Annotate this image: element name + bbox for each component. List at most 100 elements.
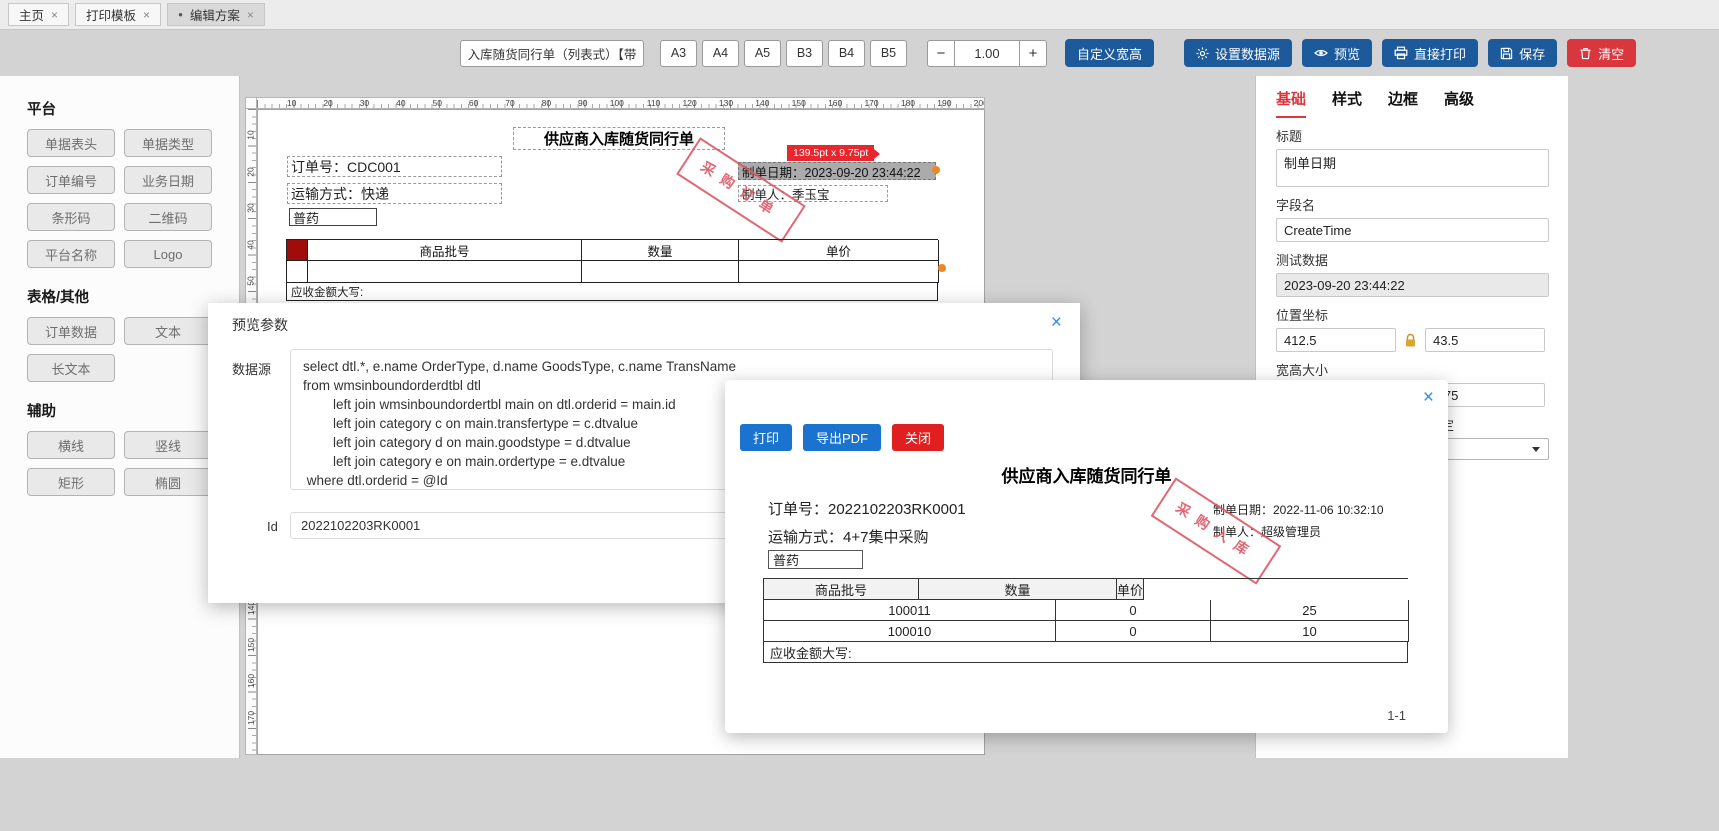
component-button[interactable]: Logo [124,240,212,268]
position-x-input[interactable] [1276,328,1396,352]
button-label: 设置数据源 [1215,46,1281,62]
column-header: 单价 [1117,579,1145,600]
design-col-header[interactable]: 商品批号 [308,240,582,261]
component-button[interactable]: 矩形 [27,468,115,496]
set-datasource-button[interactable]: 设置数据源 [1184,39,1293,67]
close-icon[interactable]: × [247,9,254,21]
test-data-input[interactable] [1276,273,1549,297]
design-order-no[interactable]: 订单号：CDC001 [287,156,502,177]
preview-create-date: 制单日期：2022-11-06 10:32:10 [1213,503,1384,517]
component-button[interactable]: 订单编号 [27,166,115,194]
component-button[interactable]: 平台名称 [27,240,115,268]
close-icon[interactable]: × [1423,388,1434,407]
horizontal-ruler: 10 20 30 40 50 60 70 80 90 100 110 120 130 140 150 160 1… [257,97,985,109]
component-button[interactable]: 横线 [27,431,115,459]
tab-edit-scheme[interactable]: ● 编辑方案 × [167,3,265,26]
close-button[interactable]: 关闭 [892,424,945,451]
table-row: 100010 0 10 [764,621,1409,642]
design-drug-type[interactable]: 普药 [289,208,377,226]
component-button[interactable]: 竖线 [124,431,212,459]
ruler-mark: 110 [646,98,661,108]
close-icon[interactable]: × [51,9,58,21]
design-col-header[interactable]: 单价 [739,240,939,261]
ruler-mark: 170 [864,98,879,108]
design-cell[interactable] [308,261,582,283]
trash-icon [1579,47,1592,60]
resize-handle[interactable] [938,264,946,272]
design-col-header[interactable]: 数量 [582,240,739,261]
printer-icon [1394,46,1408,60]
size-tooltip: 139.5pt x 9.75pt [787,145,881,161]
component-button[interactable]: 单据表头 [27,129,115,157]
position-y-input[interactable] [1425,328,1545,352]
component-button[interactable]: 长文本 [27,354,115,382]
ruler-mark: 90 [578,98,588,108]
component-button[interactable]: 二维码 [124,203,212,231]
paper-size-button[interactable]: A3 [660,39,697,67]
zoom-in-button[interactable]: + [1019,39,1047,67]
tab-border[interactable]: 边框 [1388,88,1418,118]
design-table[interactable]: 商品批号 数量 单价 应收金额大写: [286,239,939,301]
paper-size-button[interactable]: A5 [744,39,781,67]
component-button[interactable]: 订单数据 [27,317,115,345]
component-button[interactable]: 文本 [124,317,212,345]
selected-cell-marker[interactable] [287,240,308,261]
tab-home[interactable]: 主页 × [8,3,70,26]
eye-icon [1314,46,1328,60]
design-cell[interactable] [739,261,939,283]
cell-batch: 100011 [764,600,1056,621]
section-title-auxiliary: 辅助 [27,404,56,420]
paper-size-button[interactable]: B5 [870,39,907,67]
export-pdf-button[interactable]: 导出PDF [803,424,882,451]
ruler-mark: 140 [755,98,770,108]
tab-basic[interactable]: 基础 [1276,88,1307,118]
print-button[interactable]: 打印 [740,424,793,451]
tab-print-template[interactable]: 打印模板 × [75,3,162,26]
save-button[interactable]: 保存 [1488,39,1558,67]
zoom-input[interactable] [955,39,1019,67]
title-field[interactable]: 制单日期 [1276,149,1549,187]
component-button[interactable]: 业务日期 [124,166,212,194]
ruler-mark: 50 [432,98,442,108]
close-icon[interactable]: × [143,9,150,21]
preview-table-body: 100011 0 25 100010 0 10 [764,600,1409,642]
clear-button[interactable]: 清空 [1567,39,1637,67]
design-cell[interactable] [582,261,739,283]
zoom-out-button[interactable]: − [927,39,955,67]
close-icon[interactable]: × [1051,313,1062,332]
ruler-mark: 160 [246,674,256,689]
ruler-mark: 100 [609,98,624,108]
auxiliary-items: 横线 竖线 矩形 椭圆 [27,431,212,496]
component-button[interactable]: 椭圆 [124,468,212,496]
design-transport[interactable]: 运输方式：快递 [287,183,502,204]
custom-size-button[interactable]: 自定义宽高 [1065,39,1155,67]
button-label: 清空 [1598,46,1625,62]
ruler-mark: 200 [973,98,984,108]
properties-tabs: 基础 样式 边框 高级 [1276,88,1548,118]
paper-size-button[interactable]: B3 [786,39,823,67]
preview-drug-type: 普药 [768,550,863,569]
button-label: 预览 [1334,46,1361,62]
ruler-mark: 40 [246,239,256,250]
design-amount-row[interactable]: 应收金额大写: [287,283,938,301]
position-label: 位置坐标 [1276,308,1329,323]
paper-size-button[interactable]: B4 [828,39,865,67]
field-name-input[interactable] [1276,218,1549,242]
tab-style[interactable]: 样式 [1332,88,1362,118]
column-header: 商品批号 [764,579,919,600]
resize-handle[interactable] [932,166,940,174]
tab-advanced[interactable]: 高级 [1444,88,1474,118]
save-icon [1500,47,1513,60]
ruler-mark: 150 [791,98,806,108]
lock-icon[interactable] [1404,333,1417,348]
direct-print-button[interactable]: 直接打印 [1382,39,1479,67]
design-cell[interactable] [287,261,308,283]
component-button[interactable]: 条形码 [27,203,115,231]
component-button[interactable]: 单据类型 [124,129,212,157]
preview-button[interactable]: 预览 [1302,39,1373,67]
paper-size-button[interactable]: A4 [702,39,739,67]
ruler-mark: 40 [396,98,406,108]
design-create-date-selected[interactable]: 制单日期：2023-09-20 23:44:22 [738,162,936,180]
template-name-button[interactable]: 入库随货同行单（列表式）【带 [460,39,644,67]
ruler-mark: 30 [359,98,370,108]
